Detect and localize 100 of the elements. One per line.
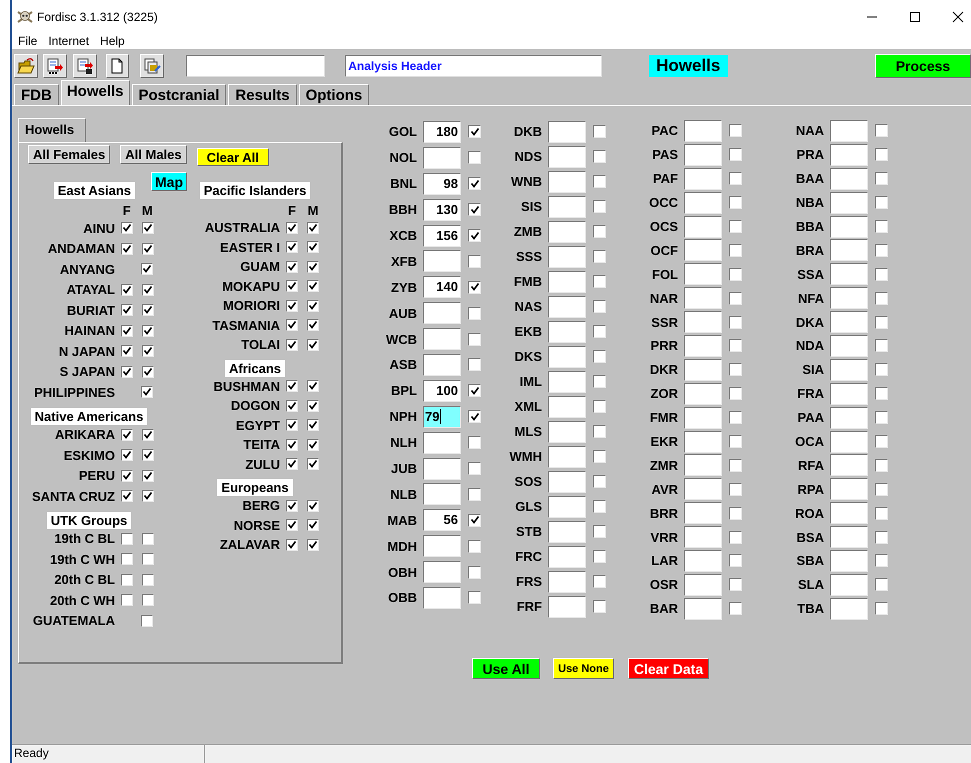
checkbox[interactable] [593, 150, 606, 163]
checkbox[interactable] [121, 594, 133, 606]
input-field[interactable]: Analysis Header [345, 54, 602, 76]
checkbox[interactable] [729, 482, 742, 496]
input-field[interactable] [684, 406, 722, 429]
checkbox[interactable] [593, 325, 606, 338]
checkbox[interactable] [593, 400, 606, 413]
checkbox[interactable] [121, 222, 133, 234]
input-field[interactable] [684, 144, 722, 166]
tab[interactable]: Options [298, 84, 370, 105]
input-field[interactable]: 100 [423, 380, 461, 402]
checkbox[interactable] [729, 387, 742, 400]
checkbox[interactable] [307, 538, 319, 551]
select-button[interactable]: All Females [28, 145, 110, 164]
checkbox[interactable] [593, 575, 606, 588]
input-field[interactable] [684, 287, 722, 310]
toolbar-button[interactable] [42, 54, 67, 78]
checkbox[interactable] [121, 366, 133, 378]
checkbox[interactable] [141, 263, 153, 276]
checkbox[interactable] [121, 324, 133, 337]
checkbox[interactable] [729, 124, 742, 138]
checkbox[interactable] [121, 345, 133, 358]
input-field[interactable] [423, 146, 461, 169]
input-field[interactable]: 180 [423, 120, 461, 143]
input-field[interactable] [830, 550, 868, 572]
checkbox[interactable] [875, 411, 888, 424]
input-field[interactable] [830, 574, 868, 596]
checkbox[interactable] [468, 332, 481, 346]
input-field[interactable] [423, 561, 461, 584]
checkbox[interactable] [307, 260, 319, 273]
checkbox[interactable] [593, 375, 606, 388]
checkbox[interactable] [142, 345, 154, 358]
checkbox[interactable] [875, 292, 888, 305]
input-field[interactable]: 79 [423, 406, 461, 428]
input-field[interactable] [423, 250, 461, 272]
input-field[interactable] [830, 406, 868, 429]
checkbox[interactable] [307, 419, 319, 432]
checkbox[interactable] [729, 292, 742, 305]
input-field[interactable] [684, 574, 722, 596]
input-field[interactable] [830, 454, 868, 476]
select-button[interactable]: Clear All [196, 148, 269, 166]
tab[interactable]: Howells [60, 80, 130, 105]
input-field[interactable] [684, 192, 722, 214]
input-field[interactable] [830, 168, 868, 190]
checkbox[interactable] [729, 268, 742, 281]
checkbox[interactable] [142, 574, 154, 586]
checkbox[interactable] [286, 458, 298, 470]
input-field[interactable] [684, 502, 722, 524]
input-field[interactable] [548, 370, 586, 392]
checkbox[interactable] [875, 458, 888, 472]
input-field[interactable] [684, 334, 722, 357]
action-button[interactable]: Clear Data [628, 658, 709, 679]
checkbox[interactable] [307, 319, 319, 332]
menu-item[interactable]: File [18, 34, 38, 48]
checkbox[interactable] [468, 514, 481, 527]
checkbox[interactable] [121, 574, 133, 586]
checkbox[interactable] [307, 500, 319, 512]
checkbox[interactable] [121, 284, 133, 296]
checkbox[interactable] [875, 578, 888, 592]
input-field[interactable] [548, 546, 586, 568]
checkbox[interactable] [729, 196, 742, 210]
checkbox[interactable] [468, 462, 481, 476]
checkbox[interactable] [142, 366, 154, 378]
action-button[interactable]: Use None [553, 658, 614, 679]
input-field[interactable]: 98 [423, 172, 461, 195]
input-field[interactable] [684, 550, 722, 572]
checkbox[interactable] [121, 428, 133, 441]
checkbox[interactable] [593, 550, 606, 563]
checkbox[interactable] [593, 300, 606, 313]
checkbox[interactable] [121, 304, 133, 316]
checkbox[interactable] [142, 324, 154, 337]
checkbox[interactable] [468, 229, 481, 242]
toolbar-button[interactable] [106, 54, 130, 78]
checkbox[interactable] [468, 125, 481, 138]
input-field[interactable] [830, 358, 868, 381]
input-field[interactable] [548, 246, 586, 268]
input-field[interactable]: 130 [423, 198, 461, 221]
checkbox[interactable] [307, 438, 319, 451]
checkbox[interactable] [875, 506, 888, 520]
checkbox[interactable] [142, 284, 154, 296]
input-field[interactable] [830, 239, 868, 262]
checkbox[interactable] [875, 387, 888, 400]
tab[interactable]: FDB [14, 84, 59, 105]
checkbox[interactable] [593, 425, 606, 438]
input-field[interactable] [684, 168, 722, 190]
input-field[interactable] [684, 311, 722, 334]
input-field[interactable] [830, 478, 868, 500]
checkbox[interactable] [468, 306, 481, 320]
checkbox[interactable] [875, 530, 888, 544]
checkbox[interactable] [593, 450, 606, 463]
checkbox[interactable] [142, 222, 154, 234]
input-field[interactable] [830, 526, 868, 548]
input-field[interactable] [548, 320, 586, 342]
input-field[interactable] [423, 586, 461, 609]
input-field[interactable]: 56 [423, 509, 461, 532]
input-field[interactable] [548, 470, 586, 492]
input-field[interactable] [830, 144, 868, 166]
checkbox[interactable] [729, 148, 742, 162]
input-field[interactable] [548, 196, 586, 218]
checkbox[interactable] [286, 260, 298, 273]
